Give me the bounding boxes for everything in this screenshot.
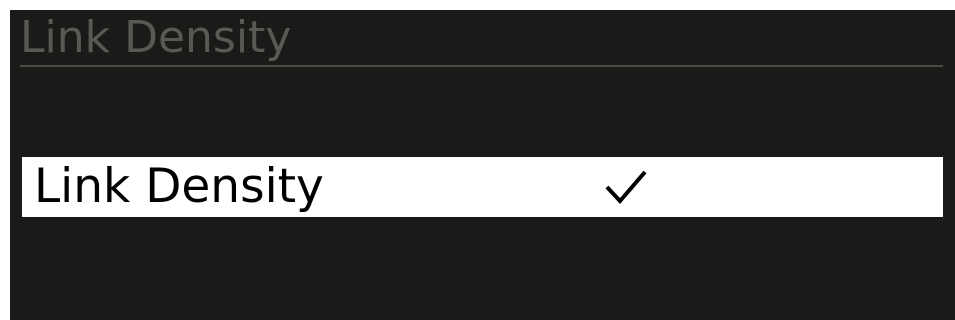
header-divider [20,65,943,67]
screen-title: Link Density [20,12,292,63]
menu-item-label: Link Density [34,159,324,214]
checkmark-icon [605,170,647,204]
menu-item-link-density[interactable]: Link Density [22,157,943,217]
device-screen: Link Density Link Density [10,10,955,320]
